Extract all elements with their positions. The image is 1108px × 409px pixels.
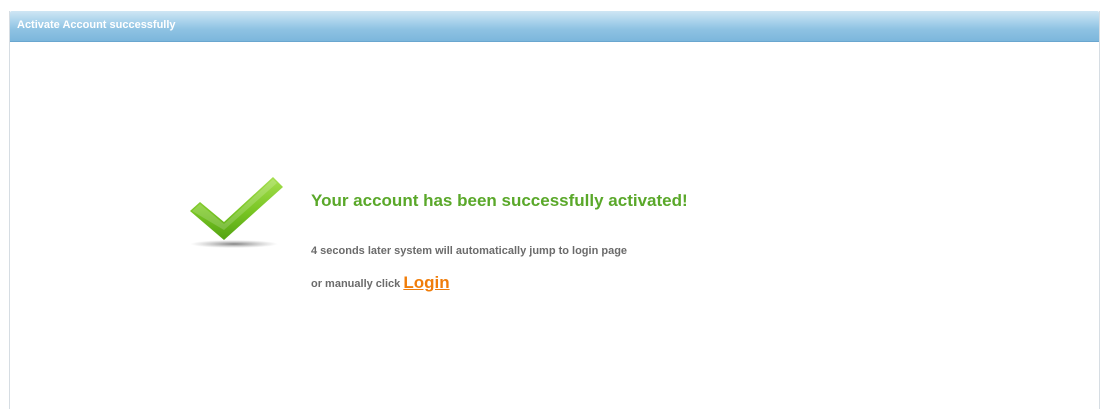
panel-header: Activate Account successfully	[10, 11, 1099, 42]
redirect-notice: 4 seconds later system will automaticall…	[311, 245, 628, 257]
login-link[interactable]: Login	[403, 273, 449, 292]
success-message-title: Your account has been successfully activ…	[311, 191, 688, 210]
manual-login-prefix: or manually click	[311, 278, 404, 290]
panel-title: Activate Account successfully	[17, 19, 176, 31]
activation-panel: Activate Account successfully Your accou…	[9, 11, 1100, 409]
manual-login-line: or manually click Login	[311, 272, 450, 292]
checkmark-icon	[186, 176, 286, 262]
